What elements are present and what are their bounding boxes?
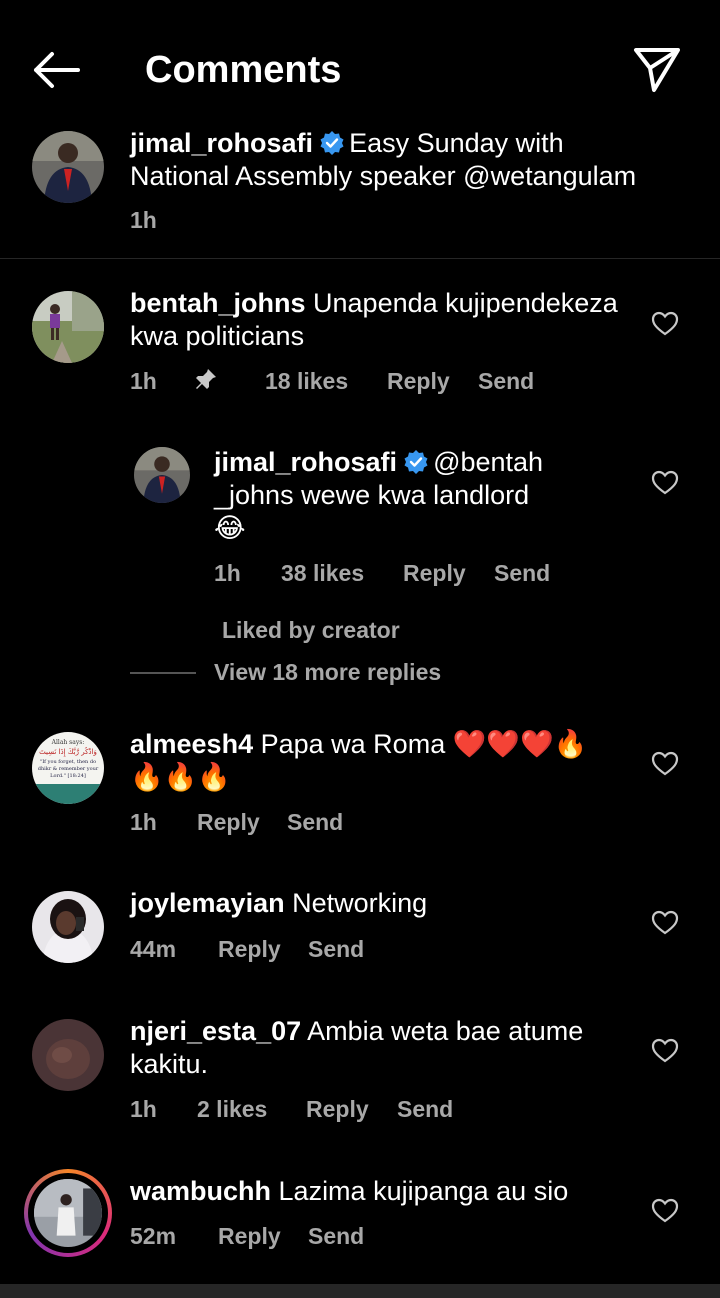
comment-text: bentah_johns Unapenda kujipendekeza kwa …	[130, 287, 630, 353]
avatar-text-line: dhikr & remember your	[38, 766, 99, 772]
like-heart-icon[interactable]	[651, 470, 679, 496]
reply-button[interactable]: Reply	[403, 559, 466, 587]
send-button[interactable]: Send	[397, 1095, 453, 1123]
like-heart-icon[interactable]	[651, 1198, 679, 1224]
back-arrow-icon[interactable]	[30, 48, 82, 92]
reply-button[interactable]: Reply	[197, 808, 260, 836]
like-heart-icon[interactable]	[651, 751, 679, 777]
share-send-icon[interactable]	[632, 44, 682, 94]
likes-count[interactable]: 2 likes	[197, 1095, 267, 1123]
reply-button[interactable]: Reply	[306, 1095, 369, 1123]
commenter-username[interactable]: bentah_johns	[130, 288, 306, 318]
thread-line	[130, 672, 196, 674]
likes-count[interactable]: 38 likes	[281, 559, 364, 587]
comment-line1: Papa wa Roma ❤️❤️❤️🔥	[260, 729, 588, 759]
comment-text: almeesh4 Papa wa Roma ❤️❤️❤️🔥 🔥🔥🔥	[130, 728, 630, 794]
like-heart-icon[interactable]	[651, 1038, 679, 1064]
comment-line2: kakitu.	[130, 1049, 209, 1079]
comment-time: 1h	[130, 809, 157, 835]
send-button[interactable]: Send	[308, 935, 364, 963]
liked-by-creator-label: Liked by creator	[222, 617, 400, 643]
reply-button[interactable]: Reply	[387, 367, 450, 395]
comment-line1: Networking	[292, 888, 428, 918]
commenter-username[interactable]: wambuchh	[130, 1176, 271, 1206]
reply-text: jimal_rohosafi @bentah _johns wewe kwa la…	[214, 446, 614, 545]
reply-line3: 😂	[214, 513, 246, 543]
comment-text: joylemayian Networking	[130, 887, 630, 920]
pin-icon	[194, 367, 218, 397]
commenter-username[interactable]: almeesh4	[130, 729, 253, 759]
bottom-input-bar	[0, 1284, 720, 1298]
reply-button[interactable]: Reply	[218, 935, 281, 963]
post-author-avatar[interactable]	[32, 131, 104, 203]
post-caption-line2: National Assembly speaker @wetangulam	[130, 161, 637, 191]
send-button[interactable]: Send	[308, 1222, 364, 1250]
send-button[interactable]: Send	[494, 559, 550, 587]
reply-time: 1h	[214, 560, 241, 586]
send-button[interactable]: Send	[478, 367, 534, 395]
comment-text: njeri_esta_07 Ambia weta bae atume kakit…	[130, 1015, 630, 1081]
comment-line1: Ambia weta bae atume	[307, 1016, 584, 1046]
comment-text: wambuchh Lazima kujipanga au sio	[130, 1175, 630, 1208]
page-title: Comments	[145, 49, 342, 91]
comment-time: 1h	[130, 368, 157, 394]
comment-line1: Lazima kujipanga au sio	[278, 1176, 569, 1206]
view-more-replies-label[interactable]: View 18 more replies	[214, 658, 441, 686]
header: Comments	[0, 0, 720, 140]
commenter-avatar[interactable]	[32, 891, 104, 963]
reply-author-avatar[interactable]	[134, 447, 190, 503]
comment-line1: Unapenda kujipendekeza	[313, 288, 618, 318]
avatar-text-line: "If you forget, then do	[40, 759, 96, 765]
commenter-avatar[interactable]: Allah says: وَاذْكُر رَّبَّكَ إِذَا نَسِ…	[32, 732, 104, 804]
avatar-text-line: Lord." [18:24]	[50, 773, 86, 779]
post-author-username[interactable]: jimal_rohosafi	[130, 128, 313, 158]
post-caption-line1: Easy Sunday with	[349, 128, 564, 158]
post-caption: jimal_rohosafi Easy Sunday with National …	[130, 127, 690, 193]
send-button[interactable]: Send	[287, 808, 343, 836]
like-heart-icon[interactable]	[651, 910, 679, 936]
commenter-username[interactable]: njeri_esta_07	[130, 1016, 301, 1046]
reply-button[interactable]: Reply	[218, 1222, 281, 1250]
commenter-username[interactable]: joylemayian	[130, 888, 285, 918]
avatar-text-line: وَاذْكُر رَّبَّكَ إِذَا نَسِيتَ	[39, 746, 97, 757]
comment-line2: 🔥🔥🔥	[130, 762, 231, 792]
verified-badge-icon	[403, 449, 429, 475]
divider	[0, 258, 720, 259]
like-heart-icon[interactable]	[651, 311, 679, 337]
comment-time: 1h	[130, 1096, 157, 1122]
verified-badge-icon	[319, 130, 345, 156]
avatar-text-line: Allah says:	[51, 739, 85, 746]
comment-line2: kwa politicians	[130, 321, 305, 351]
commenter-avatar[interactable]	[34, 1179, 102, 1247]
commenter-avatar[interactable]	[32, 291, 104, 363]
post-time: 1h	[130, 207, 157, 233]
comment-time: 44m	[130, 936, 177, 962]
likes-count[interactable]: 18 likes	[265, 367, 348, 395]
reply-line1: @bentah	[433, 447, 544, 477]
reply-line2: _johns wewe kwa landlord	[214, 480, 530, 510]
comment-time: 52m	[130, 1223, 177, 1249]
commenter-avatar[interactable]	[32, 1019, 104, 1091]
reply-author-username[interactable]: jimal_rohosafi	[214, 447, 397, 477]
